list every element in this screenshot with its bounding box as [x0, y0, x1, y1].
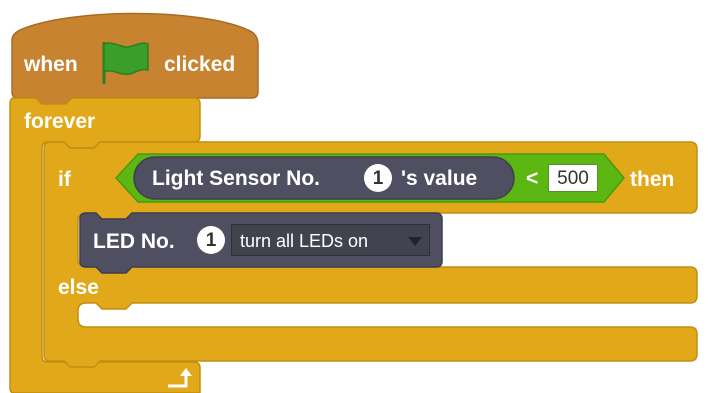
led-number-input[interactable]: 1 — [197, 226, 225, 254]
light-sensor-reporter-shape[interactable] — [133, 156, 515, 200]
dropdown-arrow-icon[interactable] — [408, 237, 422, 246]
led-number-value: 1 — [205, 229, 217, 251]
sensor-number-value: 1 — [372, 167, 384, 189]
led-action-value: turn all LEDs on — [240, 231, 369, 251]
compare-value-text: 500 — [557, 167, 589, 189]
green-flag-icon[interactable] — [98, 38, 154, 86]
compare-value-input[interactable]: 500 — [548, 164, 598, 192]
sensor-number-input[interactable]: 1 — [364, 164, 392, 192]
led-action-dropdown[interactable]: turn all LEDs on — [231, 224, 430, 256]
